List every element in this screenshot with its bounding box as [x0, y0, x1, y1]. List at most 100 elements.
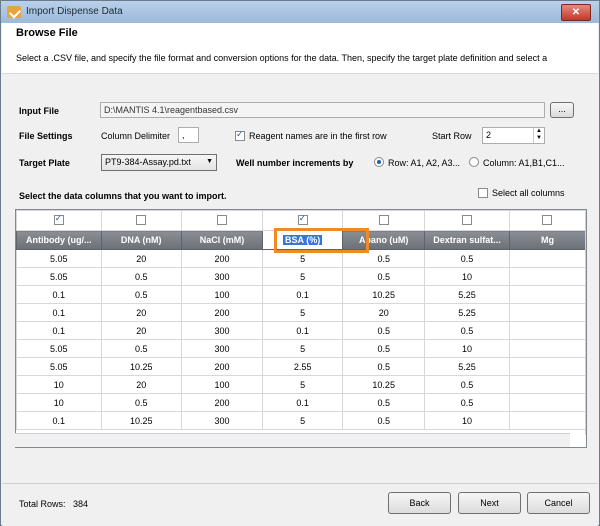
table-cell: 5.05 [16, 249, 102, 268]
import-dispense-dialog: Import Dispense Data ✕ Browse File Selec… [0, 0, 600, 526]
table-cell [508, 303, 586, 322]
browse-button[interactable]: ... [550, 102, 574, 118]
start-row-stepper[interactable]: 2 ▲ ▼ [482, 127, 545, 144]
column-select-cell [180, 210, 264, 231]
table-cell: 0.5 [100, 267, 182, 286]
column-header[interactable]: DNA (nM) [100, 230, 182, 250]
column-header[interactable]: Antibody (ug/... [16, 230, 102, 250]
column-delimiter-label: Column Delimiter [101, 131, 171, 141]
column-delimiter-field[interactable]: , [178, 127, 199, 143]
page-description: Select a .CSV file, and specify the file… [16, 53, 548, 63]
column-checkbox-row [16, 210, 586, 231]
horizontal-scrollbar[interactable] [15, 433, 570, 447]
table-cell: 0.1 [16, 411, 102, 430]
column-header-edit-text[interactable]: BSA (%) [283, 235, 323, 245]
reagent-names-checkbox[interactable] [235, 129, 245, 141]
table-cell: 5.05 [16, 339, 102, 358]
well-row-radio[interactable] [374, 157, 384, 167]
table-cell [508, 411, 586, 430]
table-cell: 0.5 [342, 357, 426, 376]
table-cell: 5.05 [16, 357, 102, 376]
well-column-radio[interactable] [469, 157, 479, 167]
table-cell: 200 [180, 303, 264, 322]
column-select-cell [16, 210, 102, 231]
wizard-footer: Total Rows: 384 Back Next Cancel [2, 483, 598, 526]
table-cell: 10 [424, 411, 510, 430]
column-header[interactable]: NaCl (mM) [180, 230, 264, 250]
table-cell: 200 [180, 357, 264, 376]
table-cell [508, 249, 586, 268]
column-header[interactable]: BSA (%) [262, 230, 344, 250]
table-cell: 0.1 [16, 285, 102, 304]
table-cell: 0.5 [100, 393, 182, 412]
column-checkbox[interactable] [53, 213, 64, 225]
table-cell: 5.25 [424, 357, 510, 376]
well-column-label: Column: A1,B1,C1... [483, 158, 565, 168]
column-checkbox[interactable] [216, 214, 227, 225]
table-row: 0.1 20 300 0.1 0.5 0.5 [16, 321, 586, 340]
column-checkbox[interactable] [462, 214, 473, 225]
cancel-button[interactable]: Cancel [527, 492, 590, 514]
close-button[interactable]: ✕ [561, 4, 591, 21]
table-cell: 0.5 [424, 321, 510, 340]
table-cell: 0.1 [16, 303, 102, 322]
table-cell: 10 [16, 375, 102, 394]
table-cell [508, 339, 586, 358]
table-row: 10 20 100 5 10.25 0.5 [16, 375, 586, 394]
table-cell: 0.5 [342, 393, 426, 412]
table-cell: 10 [424, 339, 510, 358]
total-rows-value: 384 [73, 499, 89, 509]
select-all-label: Select all columns [492, 188, 565, 198]
table-cell: 300 [180, 267, 264, 286]
start-row-label: Start Row [432, 131, 472, 141]
column-select-cell [262, 210, 344, 231]
table-cell: 0.5 [342, 249, 426, 268]
table-cell: 0.5 [342, 321, 426, 340]
file-settings-label: File Settings [19, 131, 73, 141]
column-header[interactable]: Abano (uM) [342, 230, 426, 250]
table-cell: 10 [424, 267, 510, 286]
column-checkbox[interactable] [542, 214, 553, 225]
input-file-field[interactable]: D:\MANTIS 4.1\reagentbased.csv [100, 102, 545, 118]
table-row: 5.05 10.25 200 2.55 0.5 5.25 [16, 357, 586, 376]
input-file-label: Input File [19, 106, 59, 116]
table-cell: 5 [262, 249, 344, 268]
table-row: 0.1 0.5 100 0.1 10.25 5.25 [16, 285, 586, 304]
table-cell: 10 [16, 393, 102, 412]
total-rows-label: Total Rows: [19, 499, 66, 509]
well-number-label: Well number increments by [236, 158, 354, 168]
start-row-value: 2 [486, 130, 492, 140]
column-checkbox[interactable] [378, 214, 389, 225]
table-cell: 20 [100, 321, 182, 340]
table-cell: 20 [342, 303, 426, 322]
table-row: 0.1 10.25 300 5 0.5 10 [16, 411, 586, 430]
table-cell: 300 [180, 321, 264, 340]
table-cell: 5.25 [424, 285, 510, 304]
table-cell: 5 [262, 303, 344, 322]
spinner-arrows-icon[interactable]: ▲ ▼ [533, 128, 544, 143]
table-row: 0.1 20 200 5 20 5.25 [16, 303, 586, 322]
column-header[interactable]: Dextran sulfat... [424, 230, 510, 250]
vertical-scrollbar[interactable] [585, 211, 586, 435]
back-button[interactable]: Back [388, 492, 451, 514]
table-cell: 5.05 [16, 267, 102, 286]
select-all-checkbox[interactable] [478, 188, 488, 198]
target-plate-value: PT9-384-Assay.pd.txt [105, 157, 191, 167]
table-cell: 100 [180, 375, 264, 394]
table-cell: 5 [262, 267, 344, 286]
table-cell: 0.5 [342, 267, 426, 286]
table-cell [508, 285, 586, 304]
target-plate-select[interactable]: PT9-384-Assay.pd.txt ▼ [101, 154, 217, 171]
table-cell: 10.25 [100, 411, 182, 430]
column-checkbox[interactable] [297, 213, 308, 225]
next-button[interactable]: Next [458, 492, 521, 514]
column-header-row: Antibody (ug/... DNA (nM) NaCl (mM) BSA (%)… [16, 230, 586, 250]
column-header[interactable]: Mg [508, 230, 586, 250]
table-cell [508, 393, 586, 412]
table-row: 10 0.5 200 0.1 0.5 0.5 [16, 393, 586, 412]
grid-section-label: Select the data columns that you want to… [19, 191, 227, 201]
table-cell [508, 267, 586, 286]
table-cell: 10.25 [342, 285, 426, 304]
column-checkbox[interactable] [136, 214, 147, 225]
table-row: 5.05 0.5 300 5 0.5 10 [16, 267, 586, 286]
